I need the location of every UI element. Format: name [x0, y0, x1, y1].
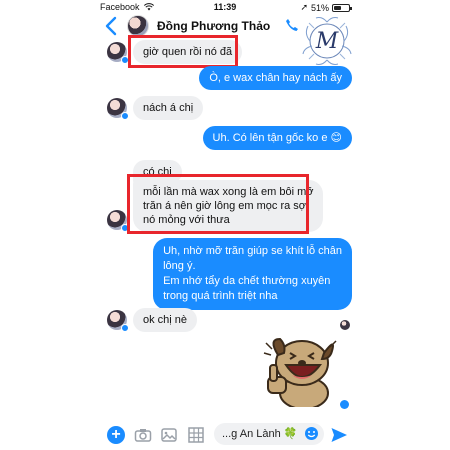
image-icon[interactable]	[160, 426, 178, 444]
phone-icon[interactable]	[285, 18, 299, 32]
message-line: Em nhớ tẩy da chết thường xuyên	[163, 275, 331, 287]
contact-avatar[interactable]	[127, 15, 149, 37]
message-input-value: ...g An Lành 🍀	[222, 428, 298, 440]
composer-bar: + ...g An Lành 🍀	[0, 418, 450, 450]
grid-icon[interactable]	[187, 426, 205, 444]
chat-thread: giờ quen rồi nó đã Ò, e wax chân hay nác…	[0, 35, 450, 418]
sender-avatar	[107, 98, 129, 120]
status-time: 11:39	[213, 2, 237, 12]
status-right: ➚ 51%	[300, 2, 352, 13]
battery-percent: 51%	[310, 2, 329, 13]
sticker-dog[interactable]	[262, 333, 342, 407]
battery-icon	[332, 3, 352, 12]
message-outgoing-multiline: Uh, nhờ mỡ trăn giúp se khít lỗ chân lôn…	[153, 238, 352, 310]
sender-avatar	[107, 210, 129, 232]
message-outgoing: Uh. Có lên tận gốc ko e 😊	[202, 126, 352, 150]
battery-level	[334, 5, 342, 10]
message-outgoing: Ò, e wax chân hay nách ấy	[199, 66, 352, 90]
message-line: lông ý.	[163, 260, 196, 272]
contact-name[interactable]: Đồng Phương Thảo	[157, 19, 270, 33]
read-receipt-avatar	[340, 320, 350, 330]
sender-avatar	[107, 42, 129, 64]
highlight-box	[127, 174, 309, 234]
message-incoming: nách á chị	[133, 96, 204, 120]
sent-status-icon	[340, 400, 349, 409]
sender-avatar	[107, 310, 129, 332]
highlight-box	[128, 35, 238, 68]
location-icon: ➚	[300, 2, 308, 12]
camera-icon[interactable]	[134, 426, 152, 444]
message-line: trong quá trình triệt nha	[163, 290, 278, 302]
send-icon[interactable]	[330, 426, 348, 444]
plus-icon[interactable]: +	[107, 426, 125, 444]
message-input[interactable]: ...g An Lành 🍀	[214, 423, 324, 445]
back-arrow-icon[interactable]	[104, 16, 118, 36]
smile-icon[interactable]	[304, 426, 319, 441]
status-bar: Facebook 11:39 ➚ 51%	[0, 0, 450, 14]
header-actions	[285, 18, 299, 32]
message-line: Uh, nhờ mỡ trăn giúp se khít lỗ chân	[163, 245, 342, 257]
message-incoming: ok chị nè	[133, 308, 198, 332]
